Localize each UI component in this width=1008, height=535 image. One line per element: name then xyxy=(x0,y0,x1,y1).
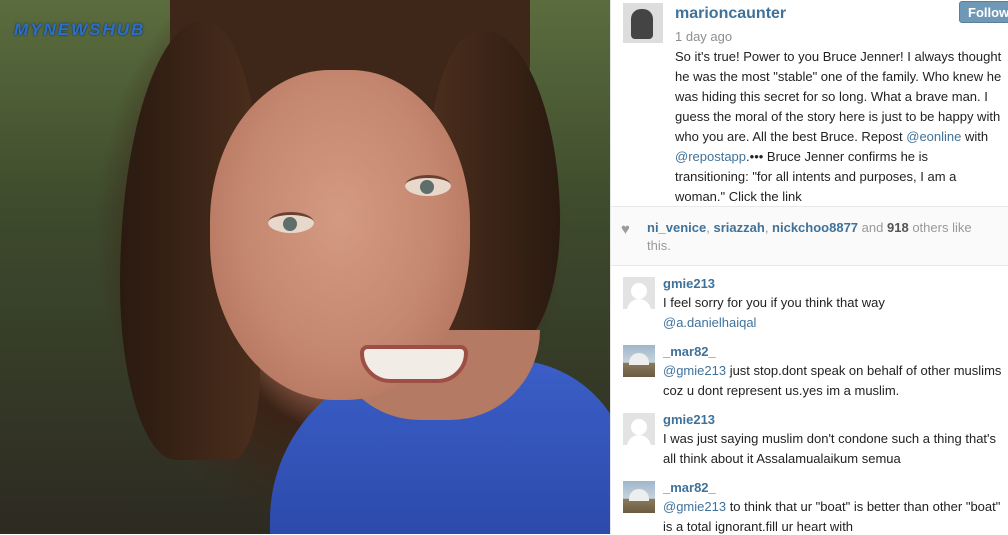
author-username[interactable]: marioncaunter xyxy=(675,5,786,23)
photo-mouth xyxy=(360,345,468,383)
watermark-logo: MYNEWSHUB xyxy=(14,20,146,39)
likes-bar: ♥ ni_venice, sriazzah, nickchoo8877 and … xyxy=(611,206,1008,266)
follow-button[interactable]: Follow xyxy=(959,1,1008,23)
likes-count[interactable]: 918 xyxy=(887,220,909,235)
comments-list: gmie213 I feel sorry for you if you thin… xyxy=(611,265,1008,535)
heart-icon[interactable]: ♥ xyxy=(621,221,630,238)
avatar-building xyxy=(629,489,649,501)
avatar-building xyxy=(629,353,649,365)
commenter-username[interactable]: gmie213 xyxy=(663,276,715,291)
comment-text: @gmie213 just stop.dont speak on behalf … xyxy=(663,361,1003,401)
liker-3[interactable]: nickchoo8877 xyxy=(772,220,858,235)
commenter-avatar[interactable] xyxy=(623,345,655,377)
comment-mention[interactable]: @a.danielhaiqal xyxy=(663,315,756,330)
default-avatar-head xyxy=(631,419,647,435)
post-sidebar: marioncaunter 1 day ago Follow So it's t… xyxy=(610,0,1008,534)
caption-mention-eonline[interactable]: @eonline xyxy=(906,129,961,144)
comment-text: I feel sorry for you if you think that w… xyxy=(663,293,1003,333)
photo-eye-left xyxy=(268,212,314,233)
default-avatar-body xyxy=(627,435,651,445)
post-photo: MYNEWSHUB xyxy=(0,0,610,534)
avatar-figure xyxy=(631,9,653,39)
photo-eye-right xyxy=(405,175,451,196)
likes-text: ni_venice, sriazzah, nickchoo8877 and 91… xyxy=(647,220,972,253)
comment-text: I was just saying muslim don't condone s… xyxy=(663,431,997,466)
post-header: marioncaunter 1 day ago Follow So it's t… xyxy=(611,0,1008,206)
post-timestamp[interactable]: 1 day ago xyxy=(675,29,732,44)
caption-text-with: with xyxy=(961,129,989,144)
commenter-username[interactable]: gmie213 xyxy=(663,412,715,427)
comment-mention[interactable]: @gmie213 xyxy=(663,499,726,514)
commenter-avatar[interactable] xyxy=(623,277,655,309)
commenter-username[interactable]: _mar82_ xyxy=(663,480,716,495)
comment-body: I feel sorry for you if you think that w… xyxy=(663,295,885,310)
commenter-username[interactable]: _mar82_ xyxy=(663,344,716,359)
commenter-avatar[interactable] xyxy=(623,413,655,445)
default-avatar-head xyxy=(631,283,647,299)
liker-1[interactable]: ni_venice xyxy=(647,220,706,235)
author-avatar[interactable] xyxy=(623,3,663,43)
caption-mention-repostapp[interactable]: @repostapp xyxy=(675,149,746,164)
liker-2[interactable]: sriazzah xyxy=(714,220,765,235)
comment-text: @gmie213 to think that ur "boat" is bett… xyxy=(663,497,1003,535)
post-caption: So it's true! Power to you Bruce Jenner!… xyxy=(675,47,1005,205)
likes-and: and xyxy=(861,220,884,235)
comment-mention[interactable]: @gmie213 xyxy=(663,363,726,378)
default-avatar-body xyxy=(627,299,651,309)
commenter-avatar[interactable] xyxy=(623,481,655,513)
